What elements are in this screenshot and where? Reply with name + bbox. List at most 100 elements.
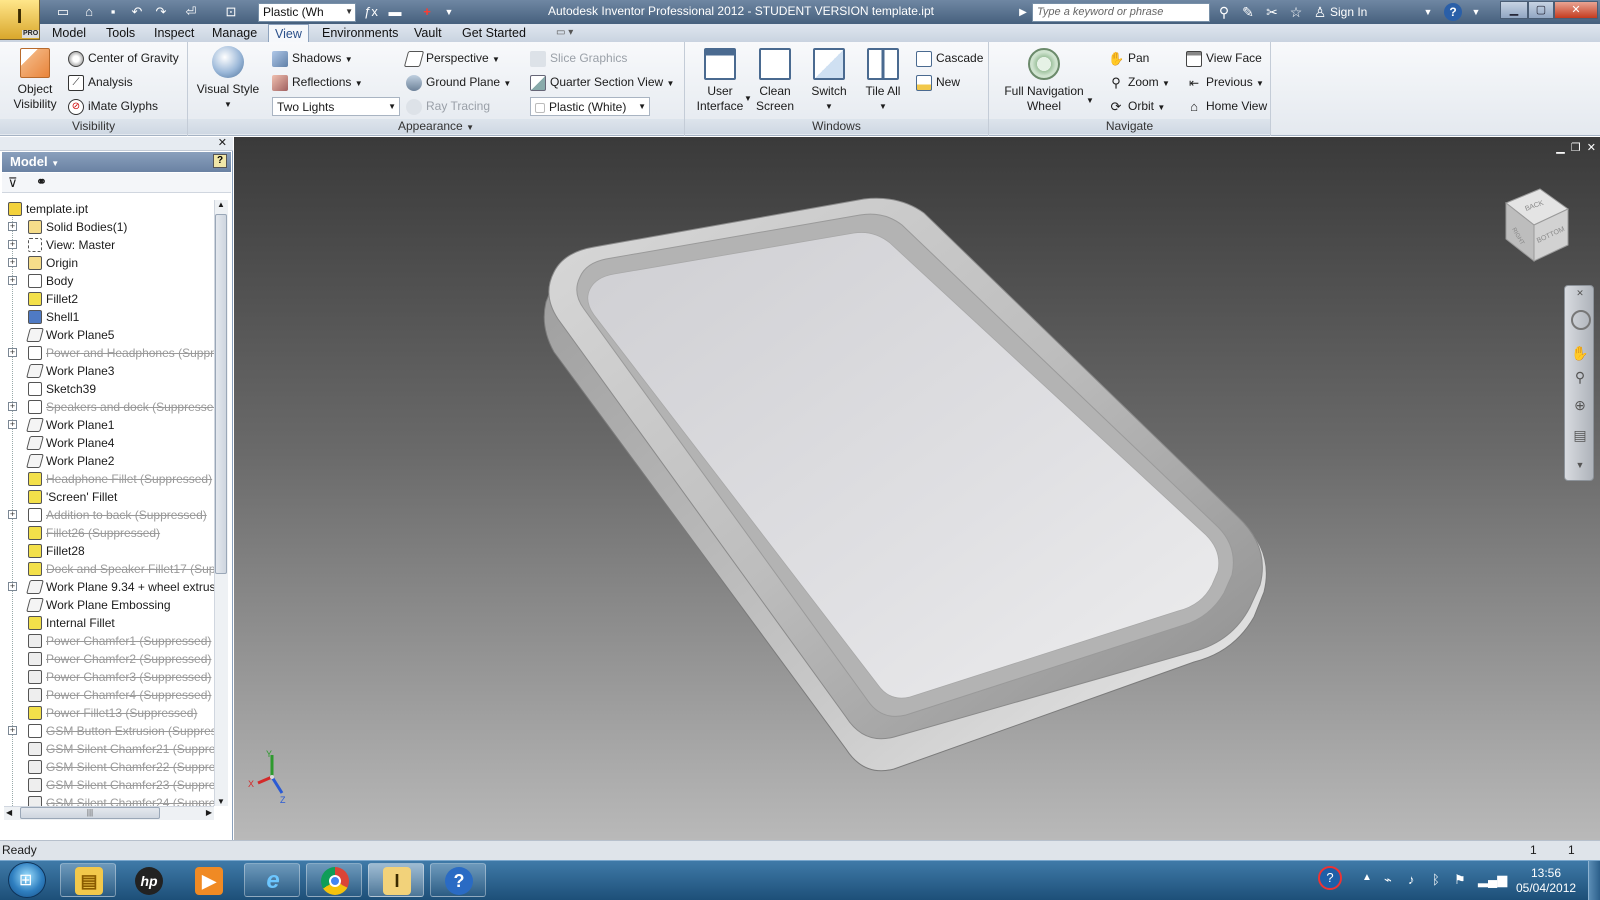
tray-help-alert-icon[interactable]: ? [1318, 866, 1342, 890]
measure-icon[interactable]: ▬ [386, 3, 404, 21]
scroll-left-icon[interactable]: ◀ [6, 808, 12, 817]
taskbar-app-chrome[interactable] [306, 863, 362, 897]
tray-bluetooth-icon[interactable]: ᛒ [1432, 872, 1440, 887]
object-visibility-button[interactable]: Object Visibility [8, 48, 62, 112]
sign-in-link[interactable]: Sign In [1330, 5, 1367, 19]
tree-vertical-scroll-thumb[interactable] [215, 214, 227, 574]
steering-wheel-icon[interactable] [1571, 310, 1591, 330]
show-desktop-button[interactable] [1588, 861, 1600, 900]
tree-item[interactable]: + Work Plane1 [4, 416, 214, 434]
view-face-icon[interactable]: ▤ [1571, 426, 1589, 444]
subscription-icon[interactable]: ✎ [1238, 3, 1258, 21]
tree-item[interactable]: GSM Silent Chamfer23 (Suppressed) [4, 776, 214, 794]
tree-item[interactable]: Internal Fillet [4, 614, 214, 632]
new-window-button[interactable]: New [916, 74, 960, 91]
undo-icon[interactable]: ↶ [128, 3, 146, 21]
sign-in-dropdown-icon[interactable]: ▼ [1418, 3, 1438, 21]
viewcube[interactable]: BACK RIGHT BOTTOM [1500, 185, 1570, 265]
clean-screen-button[interactable]: Clean Screen [750, 48, 800, 114]
tree-item[interactable]: template.ipt [4, 200, 214, 218]
tree-item[interactable]: Sketch39 [4, 380, 214, 398]
new-file-icon[interactable]: ▭ [54, 3, 72, 21]
tree-item[interactable]: Work Plane2 [4, 452, 214, 470]
tree-item[interactable]: Shell1 [4, 308, 214, 326]
zoom-magnifier-icon[interactable]: ⚲ [1571, 368, 1589, 386]
taskbar-clock[interactable]: 13:56 05/04/2012 [1516, 866, 1576, 896]
material-quick-combo[interactable]: Plastic (Wh ▼ [258, 3, 356, 22]
tree-expand-icon[interactable]: + [8, 240, 17, 249]
tree-item[interactable]: Headphone Fillet (Suppressed) [4, 470, 214, 488]
select-icon[interactable]: ⊡ [222, 3, 240, 21]
scroll-up-icon[interactable]: ▲ [217, 200, 225, 209]
phone-case-model[interactable] [234, 137, 1600, 840]
search-input[interactable]: Type a keyword or phrase [1032, 3, 1210, 22]
lighting-style-combo[interactable]: Two Lights ▼ [272, 97, 400, 116]
close-icon[interactable]: ✕ [1571, 284, 1589, 302]
tree-item[interactable]: Work Plane3 [4, 362, 214, 380]
tree-expand-icon[interactable]: + [8, 276, 17, 285]
tree-item[interactable]: Work Plane Embossing [4, 596, 214, 614]
slice-graphics-button[interactable]: Slice Graphics [530, 50, 627, 67]
appearance-material-combo[interactable]: Plastic (White) ▼ [530, 97, 650, 116]
help-dropdown-icon[interactable]: ▼ [1466, 3, 1486, 21]
maximize-window-button[interactable]: ▢ [1528, 1, 1554, 19]
tab-manage[interactable]: Manage [206, 24, 263, 42]
graphics-viewport[interactable]: ▁ ❐ ✕ Y X Z [234, 137, 1600, 840]
save-icon[interactable]: ▪ [104, 3, 122, 21]
tray-volume-icon[interactable]: ♪ [1408, 872, 1415, 887]
tree-item[interactable]: GSM Silent Chamfer22 (Suppressed) [4, 758, 214, 776]
tree-item[interactable]: Work Plane5 [4, 326, 214, 344]
tree-item[interactable]: 'Screen' Fillet [4, 488, 214, 506]
tree-item[interactable]: + GSM Button Extrusion (Suppressed) [4, 722, 214, 740]
tree-expand-icon[interactable]: + [8, 258, 17, 267]
tab-tools[interactable]: Tools [100, 24, 141, 42]
communication-center-icon[interactable]: ✂ [1262, 3, 1282, 21]
pan-hand-icon[interactable]: ✋ [1571, 344, 1589, 362]
favorites-star-icon[interactable]: ☆ [1286, 3, 1306, 21]
taskbar-app-internet-explorer[interactable]: e [244, 863, 300, 897]
previous-view-button[interactable]: ⇤ Previous ▼ [1186, 74, 1264, 92]
zoom-button[interactable]: ⚲ Zoom ▼ [1108, 74, 1170, 92]
tab-view[interactable]: View [268, 24, 309, 42]
cascade-button[interactable]: Cascade [916, 50, 983, 67]
fx-parameters-icon[interactable]: ƒx [362, 3, 380, 21]
reflections-button[interactable]: Reflections ▼ [272, 74, 363, 92]
tree-item[interactable]: + Work Plane 9.34 + wheel extrusion [4, 578, 214, 596]
tree-item[interactable]: Power Chamfer2 (Suppressed) [4, 650, 214, 668]
redo-icon[interactable]: ↷ [152, 3, 170, 21]
full-navigation-wheel-button[interactable]: Full Navigation Wheel [996, 48, 1092, 114]
binoculars-icon[interactable]: ⚲ [1214, 3, 1234, 21]
tray-expand-icon[interactable]: ▲ [1362, 872, 1372, 883]
scroll-right-icon[interactable]: ▶ [206, 808, 212, 817]
tree-item[interactable]: + Solid Bodies(1) [4, 218, 214, 236]
start-button[interactable]: ⊞ [8, 862, 46, 898]
close-icon[interactable]: ✕ [218, 136, 227, 149]
tree-item[interactable]: Dock and Speaker Fillet17 (Suppressed) [4, 560, 214, 578]
tray-usb-icon[interactable]: ⌁ [1384, 872, 1392, 888]
tree-item[interactable]: GSM Silent Chamfer24 (Suppressed) [4, 794, 214, 806]
tree-item[interactable]: Fillet2 [4, 290, 214, 308]
chevron-down-icon[interactable]: ▼ [1086, 96, 1094, 105]
tree-item[interactable]: Power Chamfer4 (Suppressed) [4, 686, 214, 704]
tree-expand-icon[interactable]: + [8, 402, 17, 411]
tray-network-icon[interactable]: ▂▄▆ [1478, 872, 1507, 888]
orbit-icon[interactable]: ⊕ [1571, 396, 1589, 414]
tree-expand-icon[interactable]: + [8, 582, 17, 591]
tree-expand-icon[interactable]: + [8, 348, 17, 357]
application-menu-button[interactable]: I PRO [0, 0, 40, 40]
analysis-button[interactable]: ⟋ Analysis [68, 74, 133, 91]
home-view-button[interactable]: ⌂ Home View [1186, 98, 1267, 115]
shadows-button[interactable]: Shadows ▼ [272, 50, 353, 68]
tree-expand-icon[interactable]: + [8, 420, 17, 429]
taskbar-app-media-player[interactable]: ▶ [180, 863, 236, 897]
return-icon[interactable]: ⏎ [182, 3, 200, 21]
user-icon[interactable]: ♙ [1310, 3, 1330, 21]
scroll-down-icon[interactable]: ▼ [217, 797, 225, 806]
switch-button[interactable]: Switch ▼ [804, 48, 854, 114]
tree-item[interactable]: GSM Silent Chamfer21 (Suppressed) [4, 740, 214, 758]
tree-item[interactable]: Power Chamfer1 (Suppressed) [4, 632, 214, 650]
taskbar-app-hp[interactable]: hp [120, 863, 176, 897]
color-override-icon[interactable]: + [418, 3, 436, 21]
user-interface-button[interactable]: User Interface [692, 48, 748, 114]
tree-expand-icon[interactable]: + [8, 726, 17, 735]
